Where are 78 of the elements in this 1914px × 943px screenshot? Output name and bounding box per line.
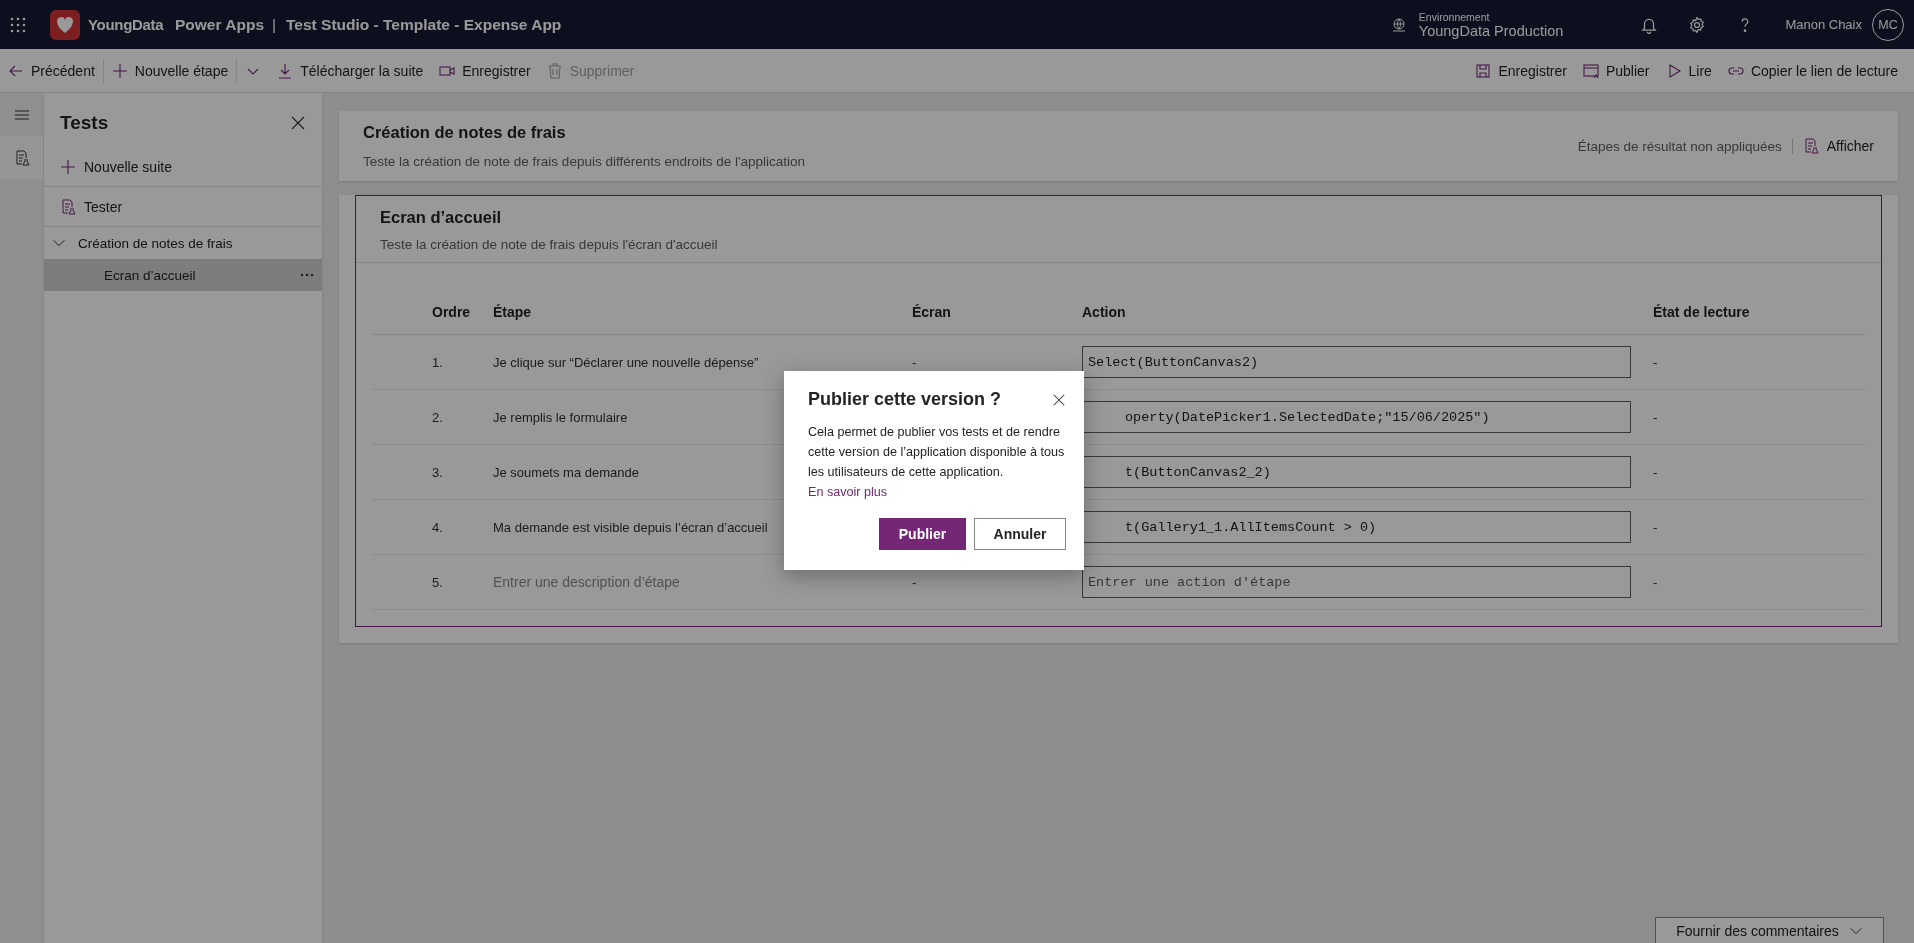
- tests-nav-button[interactable]: [0, 136, 43, 179]
- environment-name[interactable]: YoungData Production: [1418, 22, 1564, 39]
- new-suite-button[interactable]: Nouvelle suite: [44, 147, 322, 187]
- toolbar-button[interactable]: Télécharger la suite: [269, 54, 432, 87]
- environment-label: Environnement: [1418, 10, 1491, 23]
- action-input[interactable]: t(ButtonCanvas2_2): [1082, 456, 1631, 488]
- tree-label: Création de notes de frais: [78, 235, 233, 251]
- status-cell: -: [1653, 520, 1658, 534]
- publish-button[interactable]: Publier: [879, 518, 966, 550]
- test-case-title: Ecran d’accueil: [379, 207, 503, 227]
- order-cell: 3.: [432, 465, 443, 479]
- panel-title: Tests: [60, 112, 109, 134]
- dialog-message: Cela permet de publier vos tests et de rendre cette version de l’application disponible à tous les utilisateurs de cette application. En savoir plus: [808, 424, 1066, 501]
- test-icon: [1802, 138, 1819, 154]
- separator: |: [272, 15, 277, 34]
- action-input[interactable]: Select(ButtonCanvas2): [1082, 346, 1631, 378]
- toolbar-button[interactable]: Publier: [1574, 54, 1658, 87]
- plus-icon: [111, 62, 128, 79]
- save-icon: [1475, 62, 1492, 79]
- column-header: Étape: [493, 303, 532, 320]
- toolbar-button[interactable]: Enregistrer: [1467, 54, 1575, 87]
- order-cell: 1.: [432, 355, 443, 369]
- screen-cell: -: [912, 575, 917, 589]
- column-header: Écran: [912, 303, 951, 320]
- tree-item[interactable]: Création de notes de frais: [44, 227, 322, 259]
- screen-cell: -: [912, 355, 917, 369]
- step-cell: Ma demande est visible depuis l’écran d’accueil: [493, 520, 768, 534]
- settings-icon: [1688, 15, 1707, 34]
- step-cell: Je soumets ma demande: [493, 465, 639, 479]
- plus-icon: [60, 158, 76, 175]
- result-status: Étapes de résultat non appliquées: [1577, 138, 1793, 154]
- test-icon: [60, 198, 76, 215]
- column-header: État de lecture: [1653, 303, 1750, 320]
- product-name: Power Apps: [175, 15, 264, 34]
- publish-icon: [1582, 62, 1599, 79]
- learn-more-link[interactable]: En savoir plus: [808, 485, 888, 499]
- logo-icon: [50, 9, 80, 40]
- status-cell: -: [1653, 465, 1658, 479]
- action-input[interactable]: t(Gallery1_1.AllItemsCount > 0): [1082, 511, 1631, 543]
- tree-label: Ecran d’accueil: [104, 267, 196, 283]
- feedback-button[interactable]: Fournir des commentaires: [1655, 917, 1884, 943]
- view-button[interactable]: Afficher: [1802, 138, 1874, 154]
- toolbar-button[interactable]: Précédent: [0, 54, 103, 87]
- status-cell: -: [1653, 575, 1658, 589]
- status-cell: -: [1653, 355, 1658, 369]
- suite-description: Teste la création de note de frais depuis différents endroits de l'application: [363, 154, 806, 169]
- step-cell: Je remplis le formulaire: [493, 410, 628, 424]
- order-cell: 4.: [432, 520, 443, 534]
- test-icon: [13, 149, 30, 166]
- close-icon[interactable]: [290, 115, 306, 131]
- app-launcher-icon[interactable]: [10, 16, 26, 33]
- cancel-button[interactable]: Annuler: [974, 518, 1066, 550]
- action-input[interactable]: operty(DatePicker1.SelectedDate;"15/06/2025"): [1082, 401, 1631, 433]
- dialog-title: Publier cette version ?: [808, 389, 1002, 410]
- step-input[interactable]: Entrer une description d’étape: [493, 574, 893, 590]
- toolbar-button[interactable]: Copier le lien de lecture: [1719, 54, 1906, 87]
- order-cell: 2.: [432, 410, 443, 424]
- trash-icon: [546, 62, 563, 79]
- brand-name: YoungData: [88, 16, 165, 33]
- column-header: Ordre: [432, 303, 471, 320]
- toolbar-button[interactable]: Lire: [1657, 54, 1720, 87]
- status-cell: -: [1653, 410, 1658, 424]
- download-icon: [277, 62, 294, 79]
- suite-title: Création de notes de frais: [363, 123, 567, 142]
- test-case-description: Teste la création de note de frais depuis l'écran d'accueil: [356, 227, 1881, 263]
- column-header: Action: [1082, 303, 1126, 320]
- app-title: Test Studio - Template - Expense App: [286, 15, 562, 34]
- toolbar-button[interactable]: Nouvelle étape: [103, 54, 237, 87]
- order-cell: 5.: [432, 575, 443, 589]
- close-icon[interactable]: [1052, 392, 1066, 407]
- tree-item[interactable]: Ecran d’accueil: [44, 259, 322, 291]
- more-icon[interactable]: [300, 273, 314, 277]
- test-button[interactable]: Tester: [44, 187, 322, 227]
- user-name: Manon Chaix: [1785, 17, 1862, 32]
- globe-icon: [1390, 16, 1407, 33]
- action-input[interactable]: Entrer une action d'étape: [1082, 566, 1631, 598]
- step-cell: Je clique sur “Déclarer une nouvelle dépense”: [493, 355, 759, 369]
- toolbar-button[interactable]: Enregistrer: [431, 54, 539, 87]
